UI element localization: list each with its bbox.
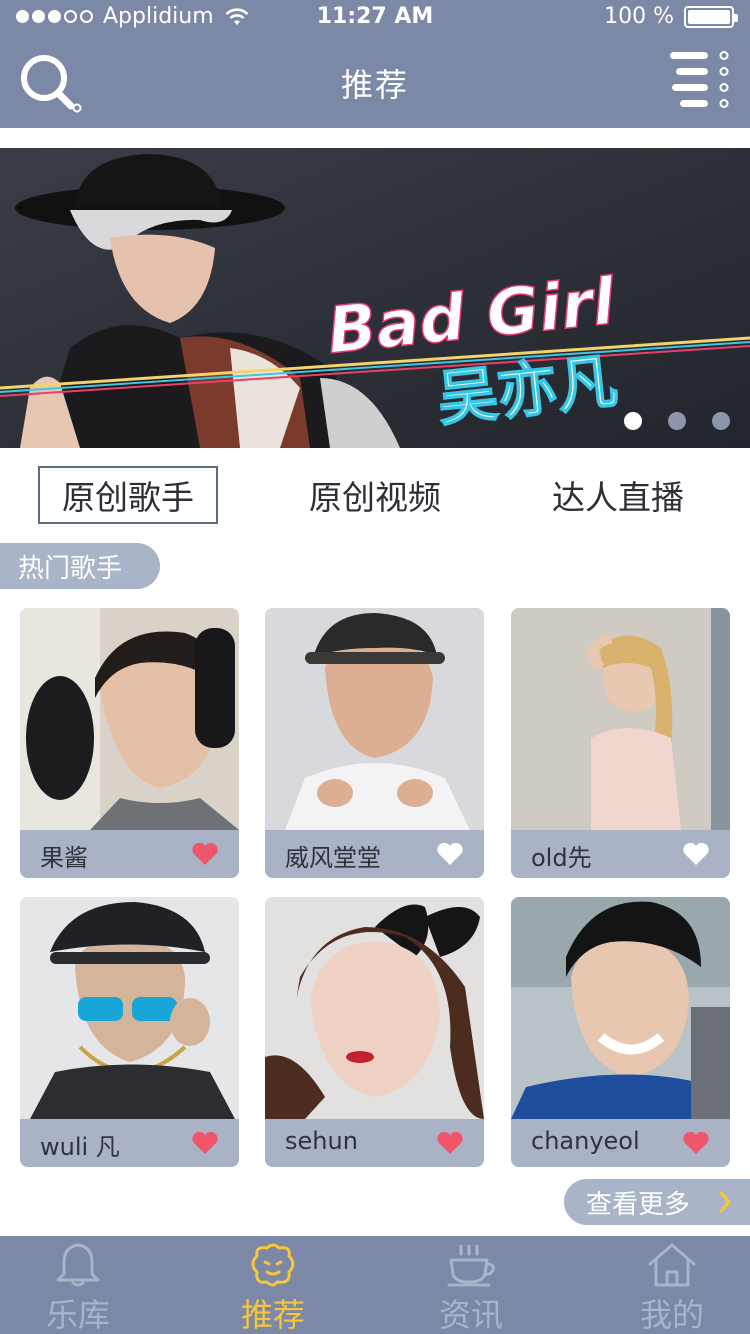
heart-icon[interactable] [436,1131,464,1155]
banner-dot-3[interactable] [712,412,730,430]
view-more-label: 查看更多 [586,1189,691,1220]
singer-name: old先 [531,844,592,872]
singer-name: chanyeol [531,1127,640,1155]
status-right: 100 % [604,4,738,29]
singer-name: 果酱 [40,844,88,872]
view-more-button[interactable]: 查看更多 [564,1179,750,1225]
page-title: 推荐 [340,66,409,104]
singer-card-4[interactable]: wuli 凡 [20,897,239,1167]
nav-label: 我的 [639,1296,704,1334]
app-header: Applidium 11:27 AM 100 % 推荐 [0,0,750,128]
singer-photo [511,897,730,1119]
singer-photo [20,608,239,830]
nav-label: 乐库 [45,1296,110,1334]
singer-photo [265,608,484,830]
banner-dot-1[interactable] [624,412,642,430]
list-menu-icon[interactable] [668,50,732,112]
nav-item-news[interactable]: 资讯 [396,1236,546,1334]
card-footer: 果酱 [20,830,239,878]
banner-pagination [624,412,730,430]
singer-card-3[interactable]: old先 [511,608,730,878]
category-tabs: 原创歌手 原创视频 达人直播 [0,466,750,526]
singer-photo [265,897,484,1119]
nav-label: 资讯 [438,1296,503,1334]
heart-icon[interactable] [436,842,464,866]
promo-banner[interactable]: Bad Girl 吴亦凡 [0,148,750,448]
nav-item-mine[interactable]: 我的 [597,1236,747,1334]
card-footer: 威风堂堂 [265,830,484,878]
recommend-face-icon [251,1243,295,1287]
battery-icon [684,5,738,28]
singer-name: wuli 凡 [40,1133,120,1161]
singer-card-2[interactable]: 威风堂堂 [265,608,484,878]
coffee-cup-icon [447,1244,495,1287]
banner-dot-2[interactable] [668,412,686,430]
nav-item-recommend[interactable]: 推荐 [198,1236,348,1334]
battery-percentage: 100 % [604,4,674,29]
bottom-nav: 乐库 推荐 资讯 我的 [0,1236,750,1334]
chevron-right-icon [719,1191,731,1213]
tab-live-stream[interactable]: 达人直播 [528,466,708,524]
singer-card-1[interactable]: 果酱 [20,608,239,878]
tab-original-singer[interactable]: 原创歌手 [38,466,218,524]
singer-name: sehun [285,1127,358,1155]
singer-photo [20,897,239,1119]
card-footer: wuli 凡 [20,1119,239,1167]
singer-card-6[interactable]: chanyeol [511,897,730,1167]
heart-icon[interactable] [191,1131,219,1155]
singer-photo [511,608,730,830]
tab-original-video[interactable]: 原创视频 [280,466,470,524]
banner-image: Bad Girl 吴亦凡 [0,148,750,448]
singer-name: 威风堂堂 [285,844,381,872]
bell-icon [56,1243,100,1287]
status-bar: Applidium 11:27 AM 100 % [0,0,750,36]
nav-item-library[interactable]: 乐库 [3,1236,153,1334]
nav-label: 推荐 [240,1296,305,1334]
singer-card-5[interactable]: sehun [265,897,484,1167]
card-footer: chanyeol [511,1119,730,1167]
card-footer: old先 [511,830,730,878]
heart-icon[interactable] [682,1131,710,1155]
heart-icon[interactable] [191,842,219,866]
home-icon [648,1243,696,1287]
section-title: 热门歌手 [0,543,160,589]
card-footer: sehun [265,1119,484,1167]
heart-icon[interactable] [682,842,710,866]
